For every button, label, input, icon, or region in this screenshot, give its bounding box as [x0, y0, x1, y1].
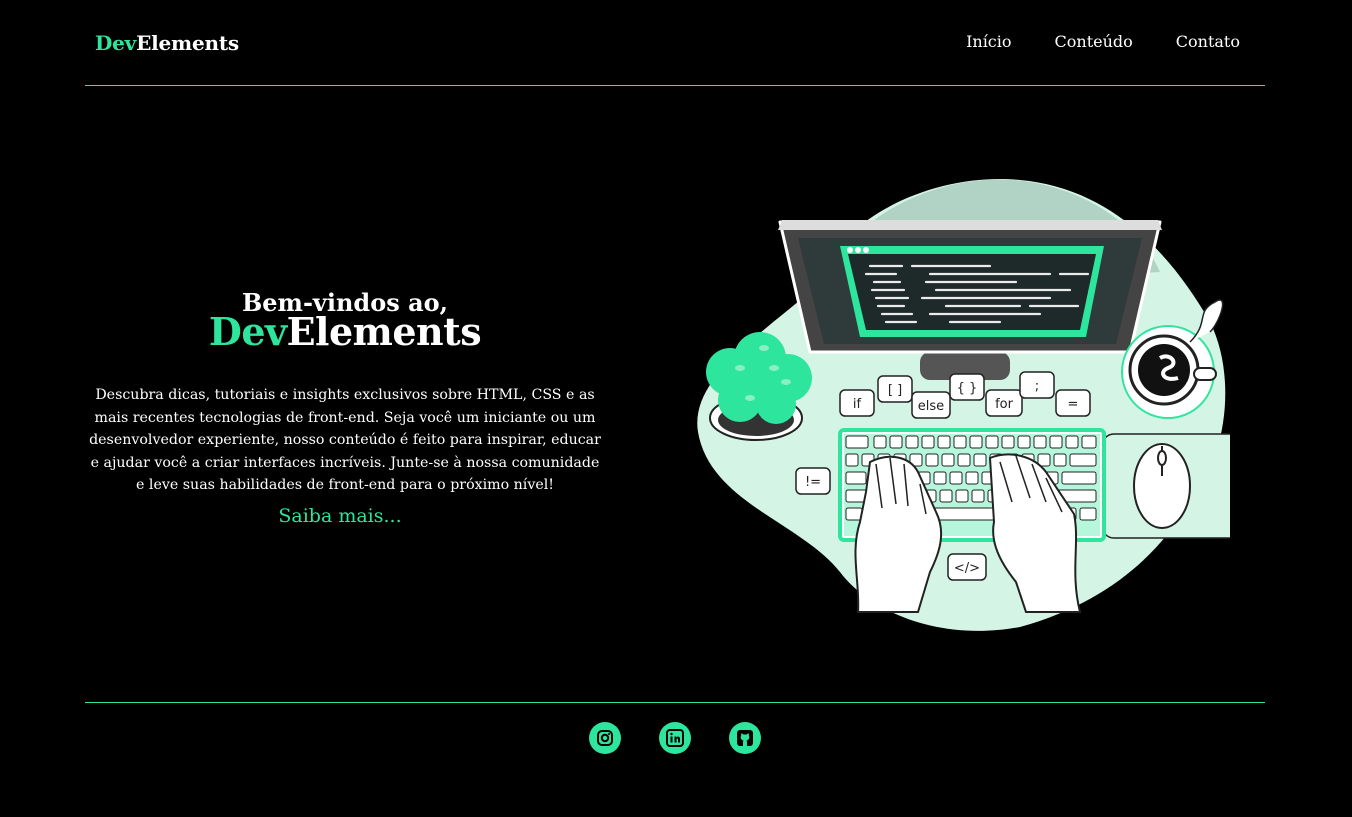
- nav-link-inicio[interactable]: Início: [966, 32, 1011, 51]
- github-link[interactable]: [729, 722, 761, 754]
- logo[interactable]: DevElements: [95, 31, 239, 55]
- social-links: [589, 722, 761, 754]
- hero-brand: DevElements: [85, 312, 605, 352]
- hero-section: Bem-vindos ao, DevElements Descubra dica…: [85, 289, 605, 527]
- learn-more-link[interactable]: Saiba mais...: [278, 505, 401, 527]
- hero-description: Descubra dicas, tutoriais e insights exc…: [89, 387, 601, 494]
- bubble-braces: { }: [957, 381, 978, 396]
- main-nav: Início Conteúdo Contato: [923, 32, 1240, 51]
- footer-divider: [85, 702, 1265, 703]
- hero-brand-rest: Elements: [286, 309, 482, 355]
- logo-accent: Dev: [95, 31, 137, 55]
- github-icon: [737, 730, 753, 746]
- linkedin-icon: [666, 729, 684, 747]
- bubble-if: if: [853, 397, 862, 412]
- bubble-for: for: [995, 397, 1014, 412]
- bubble-else: else: [918, 399, 944, 414]
- bubble-not-equals: !=: [805, 475, 821, 490]
- hero-brand-accent: Dev: [208, 309, 287, 355]
- bubble-tag: </>: [954, 561, 980, 576]
- site-header: DevElements Início Conteúdo Contato: [85, 0, 1265, 86]
- bubble-brackets: [ ]: [888, 383, 902, 398]
- nav-link-conteudo[interactable]: Conteúdo: [1055, 32, 1133, 51]
- nav-link-contato[interactable]: Contato: [1176, 32, 1240, 51]
- linkedin-link[interactable]: [659, 722, 691, 754]
- logo-text: Elements: [136, 31, 239, 55]
- instagram-icon: [597, 730, 613, 746]
- developer-coding-illustration: if [ ] else { } for ; = != </>: [697, 178, 1230, 631]
- bubble-semicolon: ;: [1035, 379, 1039, 394]
- bubble-equals: =: [1068, 397, 1079, 412]
- instagram-link[interactable]: [589, 722, 621, 754]
